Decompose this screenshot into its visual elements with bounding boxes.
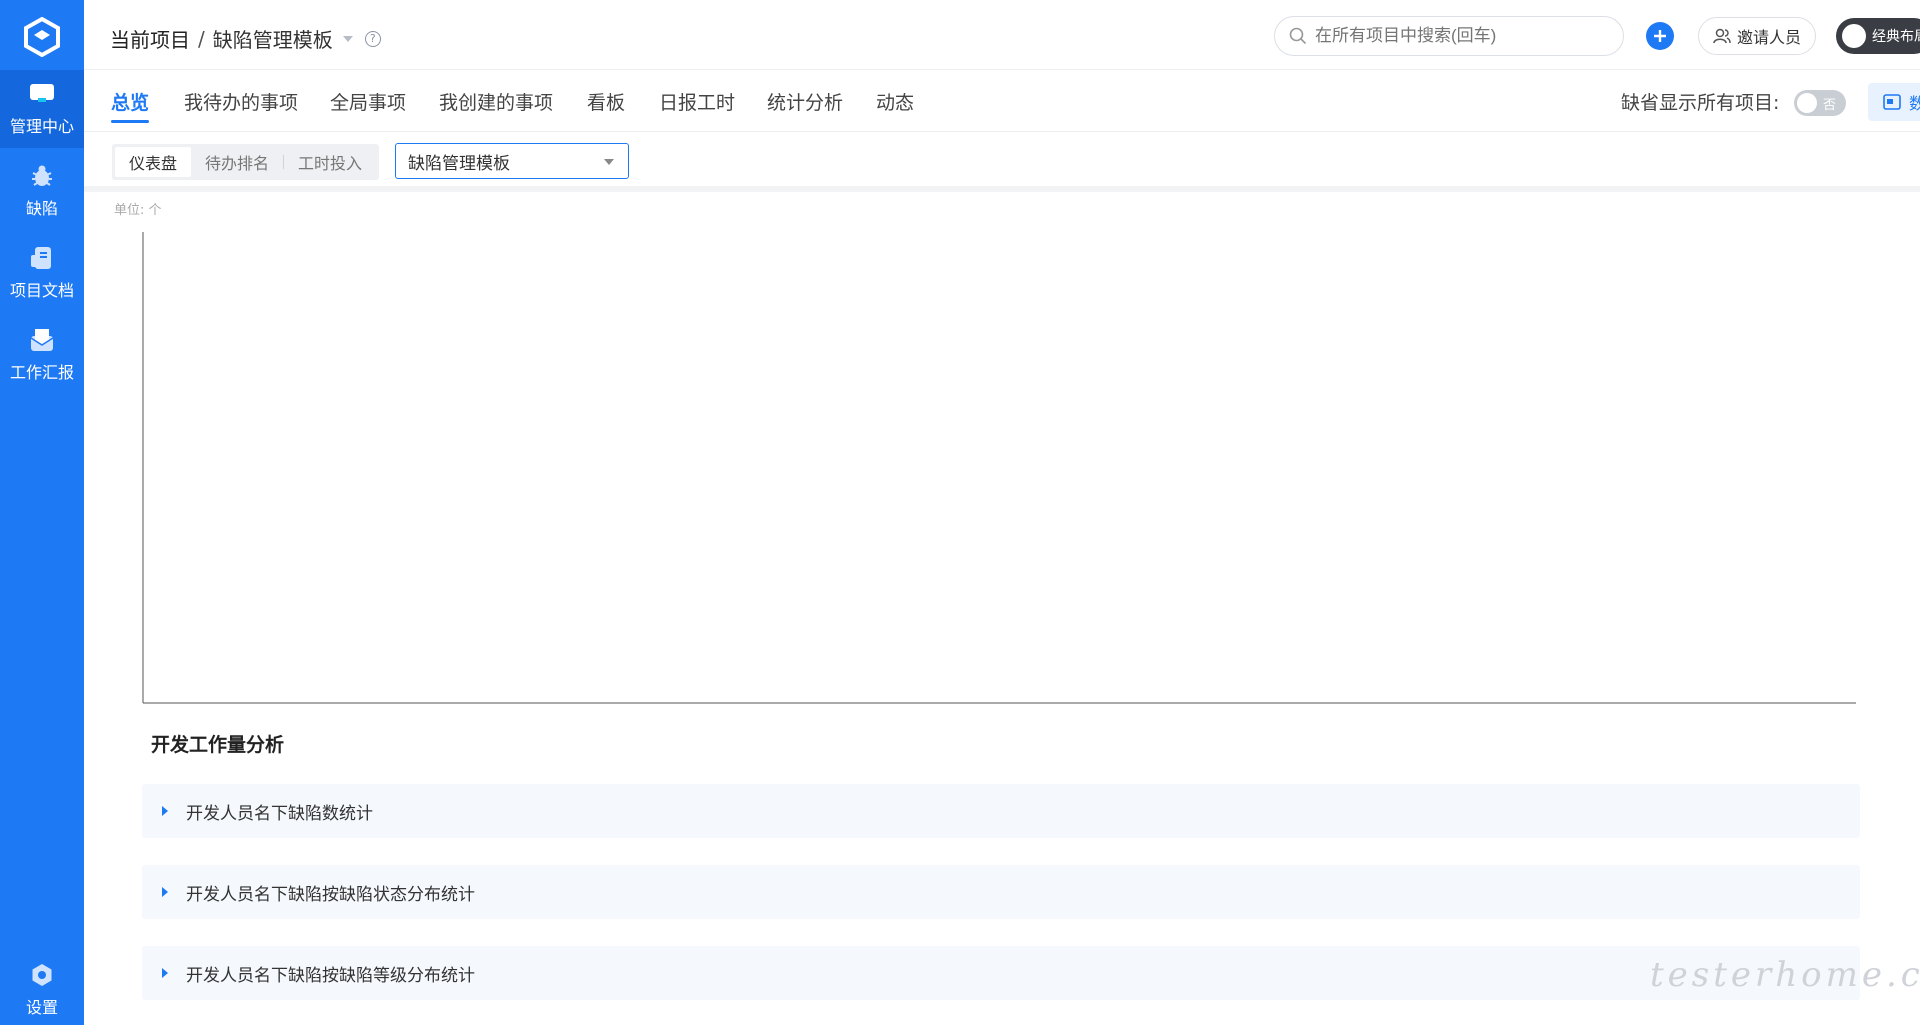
invite-button[interactable]: 邀请人员 xyxy=(1698,17,1816,55)
caret-right-icon xyxy=(162,968,168,978)
tab-overview[interactable]: 总览 xyxy=(111,88,150,123)
collapse-panel-level-distribution[interactable]: 开发人员名下缺陷按缺陷等级分布统计 xyxy=(142,946,1860,1000)
panel-label: 开发人员名下缺陷按缺陷等级分布统计 xyxy=(186,965,475,986)
tab-statistics[interactable]: 统计分析 xyxy=(767,88,843,115)
tab-global-items[interactable]: 全局事项 xyxy=(330,88,406,115)
document-icon xyxy=(29,245,55,271)
search-icon xyxy=(1289,27,1307,45)
big-screen-button[interactable]: 数字大屏 xyxy=(1868,83,1920,121)
bug-icon xyxy=(29,163,55,189)
screen-icon xyxy=(1883,94,1901,110)
sidebar-item-label: 管理中心 xyxy=(9,117,74,136)
plus-icon xyxy=(1654,30,1666,42)
sidebar-item-docs[interactable]: 项目文档 xyxy=(0,234,84,312)
mail-icon xyxy=(29,327,55,353)
sidebar-item-label: 项目文档 xyxy=(9,281,74,300)
tab-my-todo[interactable]: 我待办的事项 xyxy=(184,88,298,115)
section-title: 开发工作量分析 xyxy=(151,734,285,756)
collapse-panel-status-distribution[interactable]: 开发人员名下缺陷按缺陷状态分布统计 xyxy=(142,865,1860,919)
sidebar-item-label: 缺陷 xyxy=(25,199,58,218)
gear-icon xyxy=(29,962,55,988)
collapse-panel-bug-count[interactable]: 开发人员名下缺陷数统计 xyxy=(142,784,1860,838)
monitor-icon xyxy=(29,81,55,107)
breadcrumb-separator: / xyxy=(198,26,205,51)
caret-right-icon xyxy=(162,887,168,897)
add-button[interactable] xyxy=(1646,22,1674,50)
template-select[interactable]: 缺陷管理模板 xyxy=(395,143,629,179)
logo-icon xyxy=(24,17,60,57)
main-tabs: 总览 我待办的事项 全局事项 我创建的事项 看板 日报工时 统计分析 动态 缺省… xyxy=(84,70,1920,132)
global-search[interactable] xyxy=(1274,16,1624,56)
settings-label: 设置 xyxy=(25,998,58,1017)
sidebar-item-label: 工作汇报 xyxy=(9,363,74,382)
breadcrumb-root[interactable]: 当前项目 xyxy=(110,24,190,53)
big-screen-label: 数字大屏 xyxy=(1908,94,1920,113)
sidebar: 管理中心 缺陷 项目文档 工作汇报 设置 xyxy=(0,0,84,1025)
breadcrumb-current[interactable]: 缺陷管理模板 xyxy=(213,24,333,53)
chevron-down-icon xyxy=(604,159,614,165)
tab-kanban[interactable]: 看板 xyxy=(587,88,625,115)
segment-work-hours[interactable]: 工时投入 xyxy=(284,147,376,177)
classic-layout-toggle[interactable]: 经典布局 xyxy=(1836,18,1920,54)
sidebar-item-settings[interactable]: 设置 xyxy=(0,955,84,1025)
panel-label: 开发人员名下缺陷数统计 xyxy=(186,803,373,824)
app-logo[interactable] xyxy=(0,6,84,68)
breadcrumb: 当前项目 / 缺陷管理模板 ? xyxy=(110,24,381,53)
search-input[interactable] xyxy=(1315,26,1615,46)
help-icon[interactable]: ? xyxy=(364,30,381,47)
layout-toggle-label: 经典布局 xyxy=(1872,29,1920,45)
top-header: 当前项目 / 缺陷管理模板 ? 邀请人员 经典布局 xyxy=(84,0,1920,70)
chevron-down-icon[interactable] xyxy=(342,35,353,42)
users-icon xyxy=(1713,28,1731,44)
view-segmented-control: 仪表盘 待办排名 工时投入 xyxy=(112,144,380,180)
sub-toolbar: 仪表盘 待办排名 工时投入 缺陷管理模板 xyxy=(84,132,1920,192)
watermark: testerhome.com xyxy=(1650,955,1920,995)
panel-label: 开发人员名下缺陷按缺陷状态分布统计 xyxy=(186,884,475,905)
tab-activity[interactable]: 动态 xyxy=(876,88,914,115)
default-all-projects-label: 缺省显示所有项目: xyxy=(1621,92,1780,114)
segment-dashboard[interactable]: 仪表盘 xyxy=(115,147,192,177)
toggle-knob xyxy=(1842,24,1866,48)
sidebar-item-management[interactable]: 管理中心 xyxy=(0,70,84,148)
template-select-value: 缺陷管理模板 xyxy=(408,153,510,174)
switch-text: 否 xyxy=(1823,97,1837,113)
sidebar-item-report[interactable]: 工作汇报 xyxy=(0,316,84,394)
segment-todo-ranking[interactable]: 待办排名 xyxy=(191,147,283,177)
sidebar-item-bug[interactable]: 缺陷 xyxy=(0,152,84,230)
chart-plot-area xyxy=(142,232,1856,704)
caret-right-icon xyxy=(162,806,168,816)
tab-daily-hours[interactable]: 日报工时 xyxy=(659,88,735,115)
tab-my-created[interactable]: 我创建的事项 xyxy=(439,88,553,115)
invite-label: 邀请人员 xyxy=(1736,28,1801,47)
switch-knob xyxy=(1797,93,1817,113)
default-all-projects-switch[interactable]: 否 xyxy=(1794,90,1846,116)
